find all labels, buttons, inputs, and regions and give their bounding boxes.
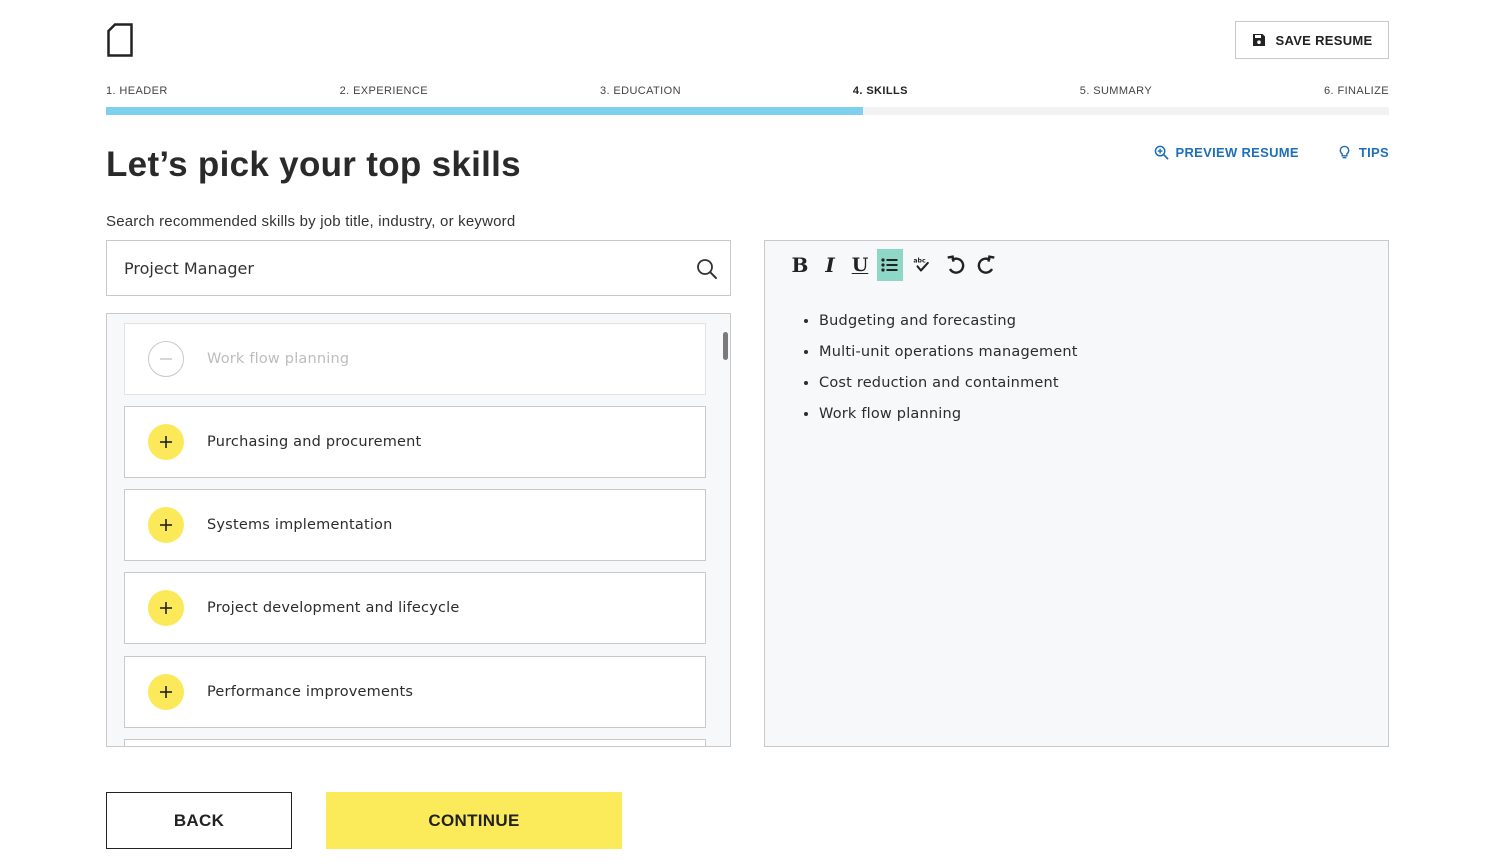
step-navigation: 1. HEADER 2. EXPERIENCE 3. EDUCATION 4. …	[106, 85, 1389, 97]
step-summary[interactable]: 5. SUMMARY	[1080, 85, 1152, 97]
progress-fill	[106, 107, 863, 115]
skill-label: Work flow planning	[207, 351, 350, 367]
list-item[interactable]: Budgeting and forecasting	[819, 313, 1078, 344]
skill-card-partial[interactable]	[124, 739, 706, 746]
skills-editor[interactable]: B I U abc • Budgeting and forecasting • …	[764, 240, 1389, 747]
preview-resume-label: PREVIEW RESUME	[1175, 145, 1299, 160]
list-item[interactable]: Cost reduction and containment	[819, 375, 1078, 406]
underline-button[interactable]: U	[847, 249, 873, 281]
skill-label: Purchasing and procurement	[207, 434, 422, 450]
plus-icon	[160, 436, 172, 448]
skill-label: Project development and lifecycle	[207, 600, 460, 616]
top-links: PREVIEW RESUME TIPS	[1154, 145, 1390, 160]
add-skill-button[interactable]	[148, 507, 184, 543]
tips-link[interactable]: TIPS	[1337, 145, 1389, 160]
back-button[interactable]: BACK	[106, 792, 292, 849]
italic-button[interactable]: I	[817, 249, 843, 281]
document-icon[interactable]	[107, 23, 133, 57]
tips-label: TIPS	[1358, 145, 1389, 160]
lightbulb-icon	[1339, 145, 1350, 159]
add-skill-button[interactable]	[148, 590, 184, 626]
redo-icon	[977, 255, 995, 274]
search-icon[interactable]	[696, 258, 718, 280]
floppy-disk-icon	[1252, 34, 1265, 46]
search-input[interactable]	[124, 241, 684, 295]
plus-icon	[160, 602, 172, 614]
progress-bar	[106, 107, 1389, 115]
spellcheck-button[interactable]: abc	[907, 249, 939, 281]
bulleted-list-button[interactable]	[877, 249, 903, 281]
bold-button[interactable]: B	[787, 249, 813, 281]
skill-card[interactable]: Purchasing and procurement	[124, 406, 706, 478]
zoom-in-icon	[1154, 145, 1168, 160]
spellcheck-icon: abc	[913, 257, 929, 272]
add-skill-button[interactable]	[148, 674, 184, 710]
skill-label: Systems implementation	[207, 517, 393, 533]
step-experience[interactable]: 2. EXPERIENCE	[340, 85, 428, 97]
undo-icon	[947, 255, 965, 274]
remove-skill-button[interactable]	[148, 341, 184, 377]
skill-card[interactable]: Work flow planning	[124, 323, 706, 395]
skill-label: Performance improvements	[207, 684, 414, 700]
skill-card[interactable]: Performance improvements	[124, 656, 706, 728]
minus-icon	[160, 358, 172, 360]
search-box	[106, 240, 731, 296]
bulleted-list-icon	[881, 258, 898, 272]
step-finalize[interactable]: 6. FINALIZE	[1324, 85, 1389, 97]
save-resume-button[interactable]: SAVE RESUME	[1235, 21, 1389, 59]
step-skills[interactable]: 4. SKILLS	[853, 85, 908, 97]
skills-list[interactable]: Budgeting and forecasting Multi-unit ope…	[819, 313, 1078, 437]
list-item[interactable]: Work flow planning	[819, 406, 1078, 437]
suggested-skills-panel[interactable]: Work flow planning Purchasing and procur…	[106, 313, 731, 747]
skill-card[interactable]: Systems implementation	[124, 489, 706, 561]
spellcheck-text: abc	[913, 257, 926, 264]
save-resume-label: SAVE RESUME	[1275, 32, 1373, 48]
skill-card[interactable]: Project development and lifecycle	[124, 572, 706, 644]
search-label: Search recommended skills by job title, …	[106, 213, 516, 230]
redo-button[interactable]	[973, 249, 999, 281]
plus-icon	[160, 686, 172, 698]
undo-button[interactable]	[943, 249, 969, 281]
step-header[interactable]: 1. HEADER	[106, 85, 168, 97]
page-title: Let’s pick your top skills	[106, 145, 521, 184]
scrollbar-thumb[interactable]	[723, 332, 728, 360]
continue-button[interactable]: CONTINUE	[326, 792, 622, 849]
list-item[interactable]: Multi-unit operations management	[819, 344, 1078, 375]
preview-resume-link[interactable]: PREVIEW RESUME	[1154, 145, 1299, 160]
editor-toolbar: B I U abc	[787, 249, 999, 281]
plus-icon	[160, 519, 172, 531]
step-education[interactable]: 3. EDUCATION	[600, 85, 681, 97]
add-skill-button[interactable]	[148, 424, 184, 460]
